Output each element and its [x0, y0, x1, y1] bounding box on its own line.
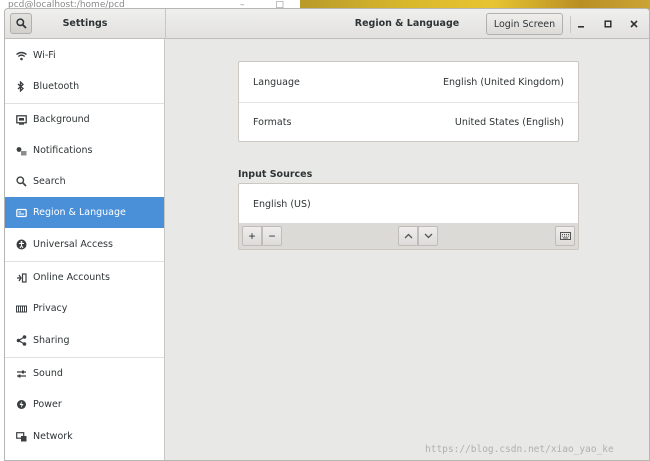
- background-icon: [15, 114, 27, 126]
- language-value: English (United Kingdom): [443, 76, 564, 88]
- input-source-name: English (US): [253, 198, 311, 210]
- sidebar-item-label: Sharing: [33, 335, 70, 346]
- watermark: https://blog.csdn.net/xiao_yao_ke: [425, 444, 614, 455]
- wifi-icon: [15, 50, 27, 62]
- sidebar-item-label: Wi-Fi: [33, 50, 56, 61]
- sidebar-item-label: Universal Access: [33, 239, 113, 250]
- region-icon: [15, 207, 27, 219]
- search-icon: [15, 18, 27, 29]
- header-bar: Settings Region & Language Login Screen: [5, 9, 649, 39]
- settings-window: Settings Region & Language Login Screen …: [4, 8, 650, 461]
- sound-icon: [15, 368, 27, 380]
- universal-access-icon: [15, 239, 27, 251]
- sidebar-item-sound[interactable]: Sound: [5, 358, 164, 389]
- sidebar-item-label: Sound: [33, 368, 63, 379]
- sidebar-item-label: Online Accounts: [33, 272, 110, 283]
- sidebar-item-universal-access[interactable]: Universal Access: [5, 229, 164, 260]
- chevron-down-icon: [424, 233, 432, 239]
- move-up-button[interactable]: [398, 226, 418, 246]
- close-icon: [630, 20, 638, 28]
- region-language-panel: Language English (United Kingdom) Format…: [166, 39, 649, 460]
- input-sources-toolbar: + −: [238, 223, 579, 250]
- controls-divider: [570, 16, 571, 33]
- login-screen-button[interactable]: Login Screen: [486, 13, 563, 35]
- language-label: Language: [253, 76, 300, 88]
- sidebar-item-label: Background: [33, 114, 90, 125]
- sidebar-item-privacy[interactable]: Privacy: [5, 293, 164, 324]
- sidebar-item-network[interactable]: Network: [5, 421, 164, 452]
- sidebar-item-notifications[interactable]: Notifications: [5, 135, 164, 166]
- sidebar-item-label: Search: [33, 176, 66, 187]
- input-sources-title: Input Sources: [238, 169, 313, 180]
- show-keyboard-layout-button[interactable]: [555, 226, 575, 246]
- sidebar-item-online-accounts[interactable]: Online Accounts: [5, 262, 164, 293]
- remove-input-source-button[interactable]: −: [262, 226, 282, 246]
- maximize-button[interactable]: [599, 15, 617, 33]
- chevron-up-icon: [404, 233, 412, 239]
- sidebar: Wi-Fi Bluetooth Background Notifications: [5, 39, 165, 460]
- power-icon: [15, 399, 27, 411]
- notifications-icon: [15, 145, 27, 157]
- header-divider: [165, 9, 166, 39]
- sidebar-item-label: Region & Language: [33, 207, 126, 218]
- page-title: Region & Language: [354, 18, 460, 29]
- sidebar-item-region-language[interactable]: Region & Language: [5, 197, 164, 228]
- sidebar-item-label: Power: [33, 399, 62, 410]
- input-sources-list: English (US): [238, 183, 579, 224]
- online-accounts-icon: [15, 272, 27, 284]
- language-row[interactable]: Language English (United Kingdom): [239, 62, 578, 102]
- maximize-icon: [604, 20, 612, 28]
- privacy-icon: [15, 303, 27, 315]
- search-icon: [15, 176, 27, 188]
- sidebar-item-power[interactable]: Power: [5, 389, 164, 420]
- sidebar-item-label: Notifications: [33, 145, 93, 156]
- sidebar-item-label: Network: [33, 431, 73, 442]
- formats-row[interactable]: Formats United States (English): [239, 102, 578, 142]
- keyboard-icon: [559, 232, 571, 240]
- close-button[interactable]: [625, 15, 643, 33]
- sidebar-item-label: Bluetooth: [33, 81, 80, 92]
- bluetooth-icon: [15, 81, 27, 93]
- search-button[interactable]: [10, 13, 32, 34]
- sidebar-item-search[interactable]: Search: [5, 166, 164, 197]
- input-source-row[interactable]: English (US): [239, 184, 578, 224]
- sidebar-item-label: Privacy: [33, 303, 68, 314]
- language-formats-frame: Language English (United Kingdom) Format…: [238, 61, 579, 142]
- minimize-button[interactable]: [572, 15, 590, 33]
- sidebar-item-sharing[interactable]: Sharing: [5, 325, 164, 356]
- sidebar-item-bluetooth[interactable]: Bluetooth: [5, 71, 164, 102]
- formats-value: United States (English): [454, 116, 564, 128]
- minimize-icon: [578, 26, 584, 28]
- sharing-icon: [15, 335, 27, 347]
- sidebar-item-background[interactable]: Background: [5, 104, 164, 135]
- sidebar-item-wifi[interactable]: Wi-Fi: [5, 40, 164, 71]
- network-icon: [15, 431, 27, 443]
- add-input-source-button[interactable]: +: [242, 226, 262, 246]
- formats-label: Formats: [253, 116, 292, 128]
- move-down-button[interactable]: [418, 226, 438, 246]
